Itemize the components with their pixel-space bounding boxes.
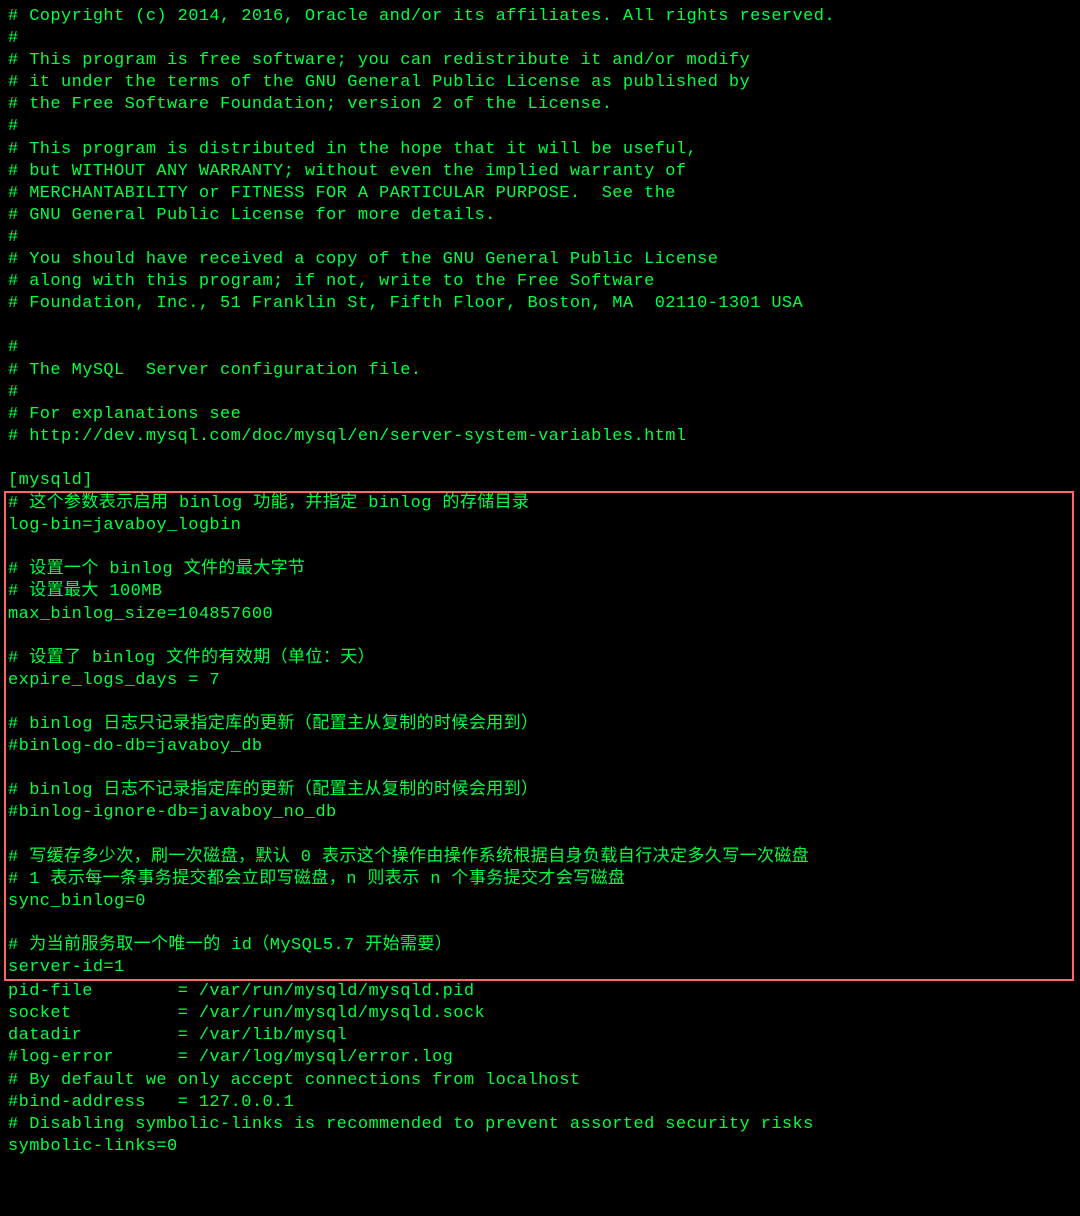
highlighted-line: sync_binlog=0: [8, 891, 1072, 913]
header-line: # This program is free software; you can…: [8, 50, 1072, 72]
header-line: # The MySQL Server configuration file.: [8, 360, 1072, 382]
highlighted-line: # binlog 日志不记录指定库的更新（配置主从复制的时候会用到）: [8, 780, 1072, 802]
highlighted-line: [8, 692, 1072, 714]
header-line: [8, 315, 1072, 337]
footer-line: # By default we only accept connections …: [8, 1070, 1072, 1092]
header-line: # Copyright (c) 2014, 2016, Oracle and/o…: [8, 6, 1072, 28]
header-line: [mysqld]: [8, 470, 1072, 492]
highlighted-line: [8, 626, 1072, 648]
footer-line: socket = /var/run/mysqld/mysqld.sock: [8, 1003, 1072, 1025]
highlighted-line: max_binlog_size=104857600: [8, 604, 1072, 626]
highlighted-line: # 1 表示每一条事务提交都会立即写磁盘，n 则表示 n 个事务提交才会写磁盘: [8, 869, 1072, 891]
header-line: # Foundation, Inc., 51 Franklin St, Fift…: [8, 293, 1072, 315]
highlighted-line: log-bin=javaboy_logbin: [8, 515, 1072, 537]
header-line: # For explanations see: [8, 404, 1072, 426]
footer-line: symbolic-links=0: [8, 1136, 1072, 1158]
highlighted-line: # 设置了 binlog 文件的有效期（单位：天）: [8, 648, 1072, 670]
header-line: # it under the terms of the GNU General …: [8, 72, 1072, 94]
highlighted-line: #binlog-do-db=javaboy_db: [8, 736, 1072, 758]
highlighted-line: # 为当前服务取一个唯一的 id（MySQL5.7 开始需要）: [8, 935, 1072, 957]
highlighted-line: # binlog 日志只记录指定库的更新（配置主从复制的时候会用到）: [8, 714, 1072, 736]
footer-line: #log-error = /var/log/mysql/error.log: [8, 1047, 1072, 1069]
highlighted-line: # 这个参数表示启用 binlog 功能，并指定 binlog 的存储目录: [8, 493, 1072, 515]
footer-section: pid-file = /var/run/mysqld/mysqld.pidsoc…: [8, 981, 1072, 1158]
highlighted-line: [8, 913, 1072, 935]
footer-line: # Disabling symbolic-links is recommende…: [8, 1114, 1072, 1136]
header-line: #: [8, 227, 1072, 249]
header-line: # the Free Software Foundation; version …: [8, 94, 1072, 116]
highlighted-line: [8, 537, 1072, 559]
header-line: [8, 448, 1072, 470]
header-line: #: [8, 116, 1072, 138]
highlighted-line: expire_logs_days = 7: [8, 670, 1072, 692]
header-line: # You should have received a copy of the…: [8, 249, 1072, 271]
highlighted-config-section: # 这个参数表示启用 binlog 功能，并指定 binlog 的存储目录log…: [4, 491, 1074, 981]
header-line: #: [8, 337, 1072, 359]
header-line: # This program is distributed in the hop…: [8, 139, 1072, 161]
header-line: # but WITHOUT ANY WARRANTY; without even…: [8, 161, 1072, 183]
header-line: # along with this program; if not, write…: [8, 271, 1072, 293]
footer-line: pid-file = /var/run/mysqld/mysqld.pid: [8, 981, 1072, 1003]
config-file-content: # Copyright (c) 2014, 2016, Oracle and/o…: [8, 6, 1072, 1158]
header-line: #: [8, 382, 1072, 404]
header-line: #: [8, 28, 1072, 50]
highlighted-line: [8, 824, 1072, 846]
header-line: # GNU General Public License for more de…: [8, 205, 1072, 227]
highlighted-line: # 写缓存多少次，刷一次磁盘，默认 0 表示这个操作由操作系统根据自身负载自行决…: [8, 847, 1072, 869]
footer-line: datadir = /var/lib/mysql: [8, 1025, 1072, 1047]
highlighted-line: [8, 758, 1072, 780]
header-section: # Copyright (c) 2014, 2016, Oracle and/o…: [8, 6, 1072, 492]
footer-line: #bind-address = 127.0.0.1: [8, 1092, 1072, 1114]
highlighted-line: #binlog-ignore-db=javaboy_no_db: [8, 802, 1072, 824]
highlighted-line: # 设置一个 binlog 文件的最大字节: [8, 559, 1072, 581]
highlighted-line: # 设置最大 100MB: [8, 581, 1072, 603]
header-line: # http://dev.mysql.com/doc/mysql/en/serv…: [8, 426, 1072, 448]
header-line: # MERCHANTABILITY or FITNESS FOR A PARTI…: [8, 183, 1072, 205]
highlighted-line: server-id=1: [8, 957, 1072, 979]
